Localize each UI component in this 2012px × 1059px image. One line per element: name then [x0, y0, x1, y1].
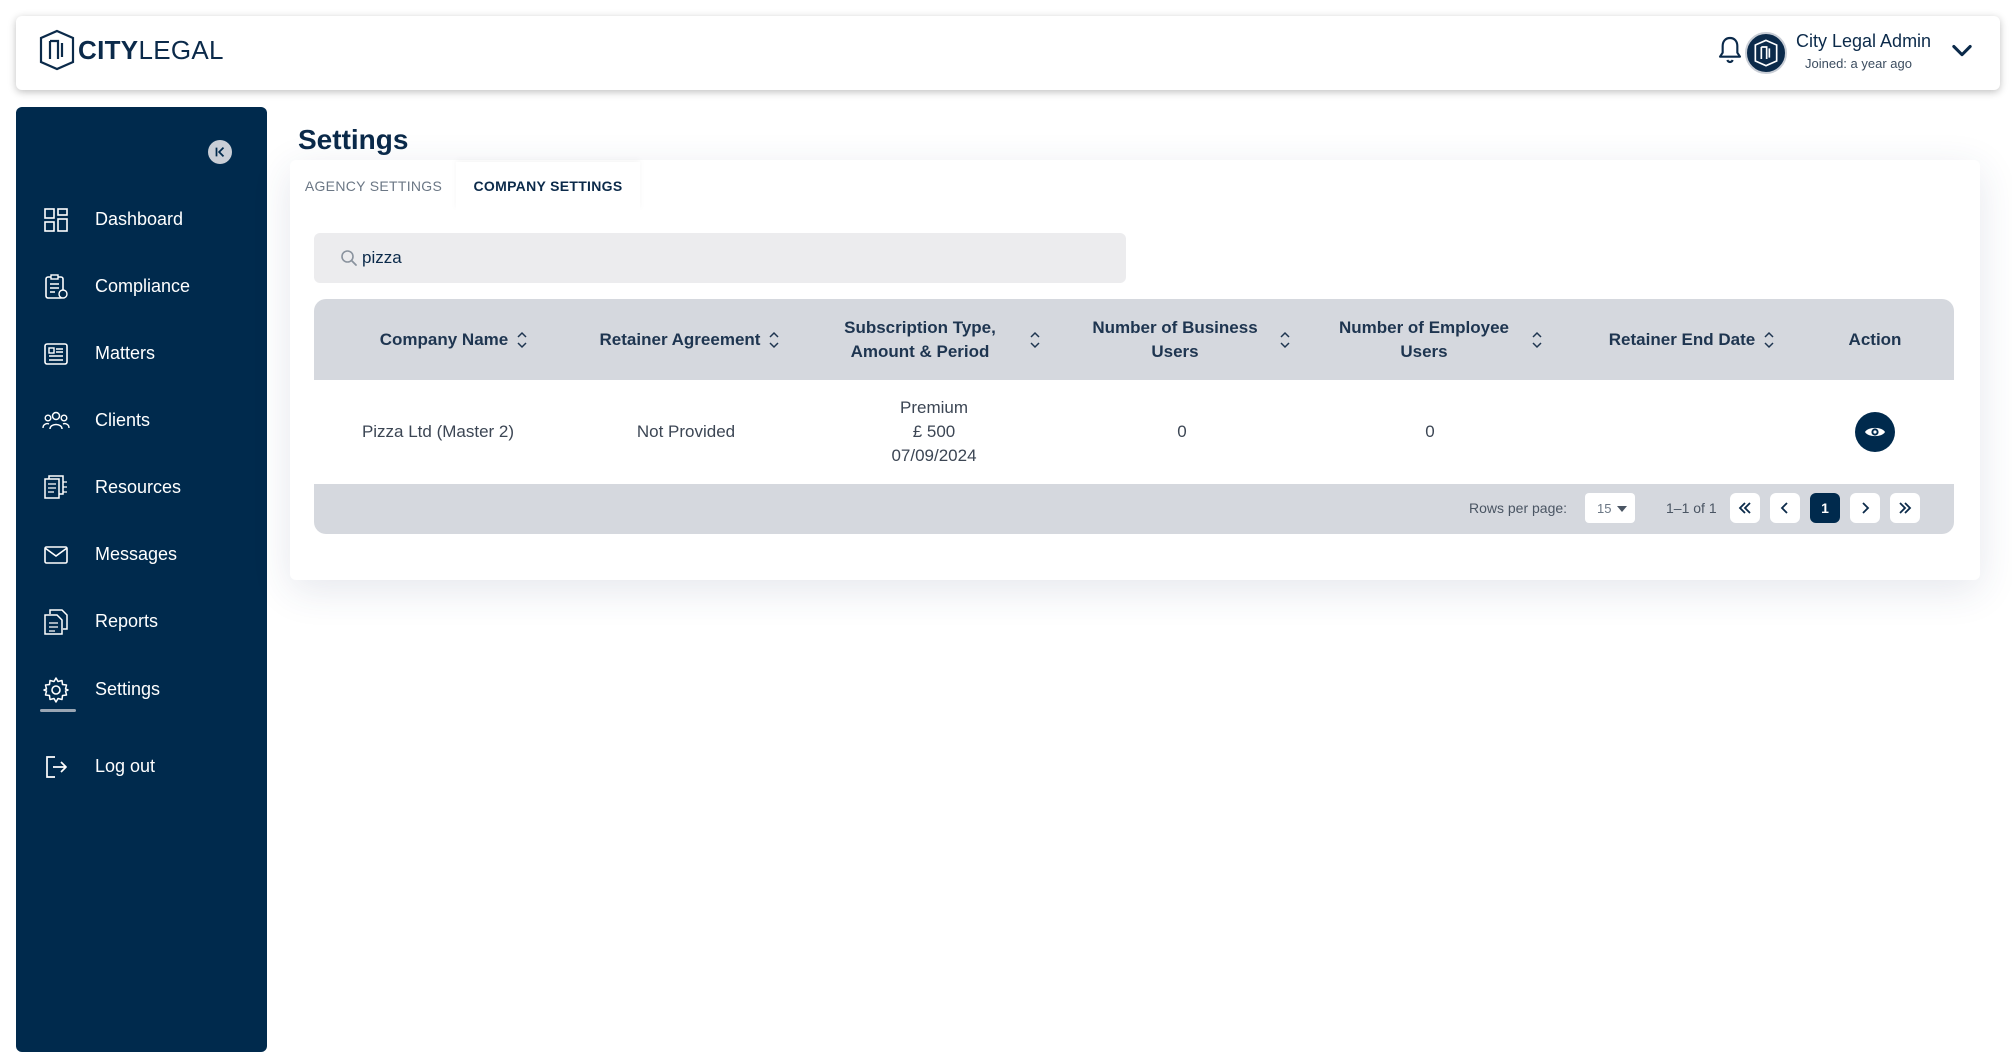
cell-retainer-agreement: Not Provided: [636, 421, 736, 441]
column-label: Number of Business Users: [1092, 317, 1258, 361]
tab-agency-settings[interactable]: AGENCY SETTINGS: [291, 162, 456, 210]
next-page-button[interactable]: [1850, 493, 1880, 523]
cell-retainer-end-date: [1560, 380, 1796, 484]
sidebar-item-label: Clients: [95, 409, 151, 430]
sidebar-item-dashboard[interactable]: Dashboard: [16, 193, 267, 245]
cell-subscription: Premium £ 500 07/09/2024: [816, 380, 1052, 484]
first-page-button[interactable]: [1730, 493, 1760, 523]
sidebar-item-label: Matters: [95, 342, 156, 363]
cell-company-name: Pizza Ltd (Master 2): [361, 421, 515, 441]
tab-company-settings[interactable]: COMPANY SETTINGS: [456, 162, 640, 210]
sidebar-item-compliance[interactable]: Compliance: [16, 260, 267, 312]
dashboard-icon: [44, 208, 68, 232]
column-header-company-name[interactable]: Company Name: [336, 299, 572, 380]
column-label: Retainer Agreement: [599, 329, 761, 349]
sort-icon: [517, 331, 527, 348]
sort-icon: [1280, 331, 1290, 348]
previous-page-button[interactable]: [1770, 493, 1800, 523]
sort-icon: [1532, 331, 1542, 348]
chevrons-left-icon: [1738, 502, 1751, 514]
table-row[interactable]: Pizza Ltd (Master 2) Not Provided Premiu…: [314, 380, 1954, 484]
subscription-amount: £ 500: [912, 421, 956, 441]
view-company-button[interactable]: [1855, 412, 1895, 452]
mail-icon: [44, 546, 68, 564]
sidebar-item-label: Compliance: [95, 275, 191, 296]
cell-business-users: 0: [1177, 421, 1187, 441]
sidebar-item-settings[interactable]: Settings: [16, 663, 267, 715]
reports-icon: [44, 609, 68, 635]
logo-wordmark: CITYLEGAL: [78, 34, 224, 65]
clients-icon: [42, 411, 70, 430]
sort-icon: [769, 331, 779, 348]
user-joined-text: Joined: a year ago: [1805, 56, 1912, 71]
gear-icon: [43, 677, 69, 703]
sidebar-item-label: Log out: [95, 755, 156, 776]
column-header-subscription[interactable]: Subscription Type, Amount & Period: [820, 299, 1056, 380]
table-header: Company Name Retainer Agreement Subscrip…: [314, 299, 1954, 380]
matters-icon: [44, 343, 68, 365]
sidebar-item-clients[interactable]: Clients: [16, 394, 267, 446]
sidebar-item-label: Resources: [95, 476, 182, 497]
rows-per-page-value: 15: [1597, 500, 1612, 516]
page-1-button[interactable]: 1: [1810, 493, 1840, 523]
column-header-business-users[interactable]: Number of Business Users: [1070, 299, 1306, 380]
sidebar-item-resources[interactable]: Resources: [16, 461, 267, 513]
chevron-right-icon: [1862, 502, 1870, 514]
resources-icon: [44, 475, 67, 499]
eye-icon: [1865, 427, 1885, 437]
column-header-action: Action: [1815, 299, 1935, 380]
column-label: Retainer End Date: [1608, 329, 1756, 349]
table-pagination: Rows per page: 15 1–1 of 1 1: [314, 484, 1954, 534]
logo-mark-icon: [39, 29, 75, 71]
column-label: Number of Employee Users: [1338, 317, 1510, 361]
sort-icon: [1764, 331, 1774, 348]
chevrons-right-icon: [1899, 502, 1912, 514]
subscription-period: 07/09/2024: [891, 446, 977, 466]
sidebar-item-label: Messages: [95, 543, 178, 564]
subscription-type: Premium: [899, 397, 968, 417]
chevron-left-icon: [1780, 502, 1788, 514]
compliance-icon: [45, 274, 68, 299]
city-legal-logo[interactable]: CITYLEGAL: [38, 26, 224, 74]
search-box[interactable]: [314, 233, 1126, 283]
caret-down-icon: [1617, 506, 1627, 512]
pagination-range: 1–1 of 1: [1666, 500, 1717, 516]
logout-icon: [46, 756, 67, 778]
collapse-sidebar-button[interactable]: [208, 140, 232, 164]
sort-icon: [1030, 331, 1040, 348]
column-label: Subscription Type, Amount & Period: [844, 317, 996, 361]
sidebar-item-label: Dashboard: [95, 208, 184, 229]
sidebar-item-logout[interactable]: Log out: [16, 740, 267, 792]
column-header-employee-users[interactable]: Number of Employee Users: [1318, 299, 1554, 380]
companies-table: Company Name Retainer Agreement Subscrip…: [314, 299, 1954, 534]
sidebar-item-matters[interactable]: Matters: [16, 327, 267, 379]
rows-per-page-select[interactable]: 15: [1585, 493, 1635, 523]
notifications-bell-icon[interactable]: [1714, 34, 1746, 70]
column-label: Action: [1848, 329, 1902, 349]
page-title: Settings: [298, 124, 409, 155]
sidebar: Dashboard Compliance Matters Clients Res…: [16, 107, 267, 1052]
active-item-indicator: [40, 709, 76, 712]
chevron-down-icon[interactable]: [1948, 36, 1976, 64]
column-label: Company Name: [379, 329, 509, 349]
collapse-left-icon: [215, 147, 225, 157]
column-header-retainer-end-date[interactable]: Retainer End Date: [1574, 299, 1810, 380]
cell-employee-users: 0: [1425, 421, 1435, 441]
sidebar-item-messages[interactable]: Messages: [16, 528, 267, 580]
sidebar-item-reports[interactable]: Reports: [16, 595, 267, 647]
cell-action: [1815, 380, 1935, 484]
rows-per-page-label: Rows per page:: [1469, 500, 1568, 516]
top-bar: CITYLEGAL City Legal Admin Joined: a yea…: [16, 16, 2000, 90]
last-page-button[interactable]: [1890, 493, 1920, 523]
column-header-retainer-agreement[interactable]: Retainer Agreement: [572, 299, 808, 380]
search-icon: [341, 250, 357, 266]
sidebar-item-label: Settings: [95, 678, 161, 699]
user-avatar[interactable]: [1745, 32, 1787, 74]
search-input[interactable]: [362, 243, 1102, 273]
user-name: City Legal Admin: [1796, 31, 1932, 51]
sidebar-item-label: Reports: [95, 610, 159, 631]
